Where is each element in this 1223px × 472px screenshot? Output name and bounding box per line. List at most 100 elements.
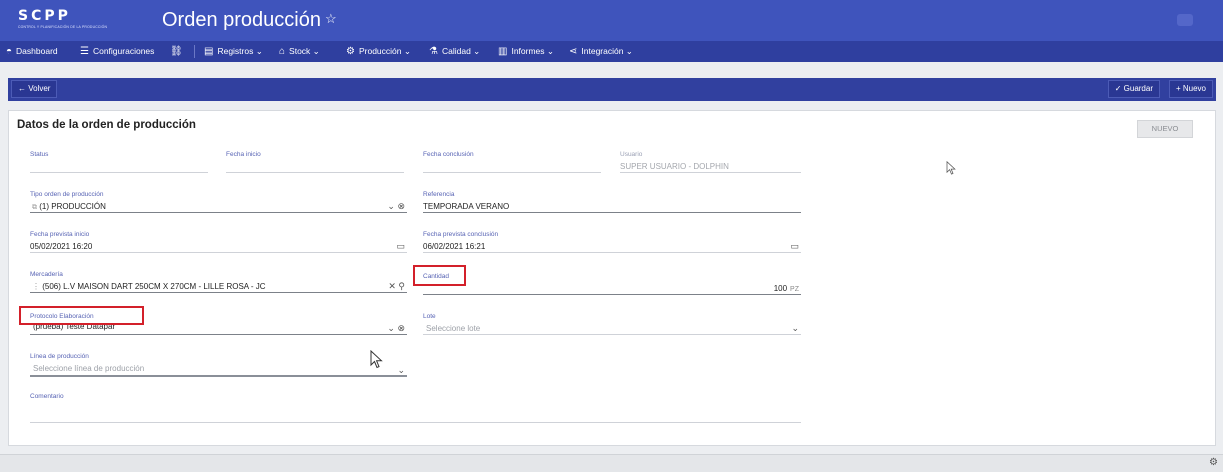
field-underline xyxy=(30,292,407,293)
menu-integracion[interactable]: ⋖ Integración ⌄ xyxy=(569,41,633,62)
plus-icon: + xyxy=(1175,84,1181,93)
menu-dashboard[interactable]: ◓ Dashboard xyxy=(6,41,58,62)
list-icon: ☰ xyxy=(80,46,89,57)
cantidad-number: 100 xyxy=(773,284,788,293)
menu-divider xyxy=(194,45,195,58)
back-button[interactable]: ← Volver xyxy=(11,80,58,98)
gear-icon[interactable]: ⚙ xyxy=(1209,457,1218,468)
tipo-orden-text: (1) PRODUCCIÓN xyxy=(39,202,106,211)
comentario-label: Comentario xyxy=(30,393,64,400)
fecha-inicio-label: Fecha inicio xyxy=(226,151,261,158)
flask-icon: ⚗ xyxy=(429,46,438,57)
field-underline xyxy=(423,212,801,213)
clear-circle-icon[interactable]: ⊗ xyxy=(397,201,405,211)
search-icon[interactable]: ⚲ xyxy=(398,281,405,291)
chevron-down-icon[interactable]: ⌄ xyxy=(387,201,395,211)
lote-select[interactable]: Lote Seleccione lote ⌄ xyxy=(423,313,801,335)
field-underline xyxy=(620,172,801,173)
menu-calidad-label: Calidad ⌄ xyxy=(441,46,481,56)
fecha-prevista-conclusion-label: Fecha prevista conclusión xyxy=(423,231,499,238)
mercaderia-label: Mercadería xyxy=(30,271,63,278)
menu-configuraciones-label: Configuraciones xyxy=(92,46,155,56)
status-label: Status xyxy=(30,151,49,158)
fecha-prevista-conclusion-value: 06/02/2021 16:21 xyxy=(423,242,486,251)
action-bar: ← Volver ✓ Guardar + Nuevo xyxy=(8,78,1216,101)
check-icon: ✓ xyxy=(1114,84,1122,93)
fecha-prevista-inicio-field[interactable]: Fecha prevista inicio 05/02/2021 16:20 ▭ xyxy=(30,231,407,253)
cog-icon: ⚙ xyxy=(346,46,355,57)
workflow-icon: ⛓ xyxy=(170,46,183,57)
dashboard-icon: ◓ xyxy=(6,46,13,57)
field-underline xyxy=(226,172,404,173)
save-button-label: Guardar xyxy=(1123,84,1153,93)
page-title: Orden producción xyxy=(162,9,321,31)
favorite-star-icon[interactable]: ☆ xyxy=(325,11,337,27)
app-header: SCPP CONTROL Y PLANIFICACIÓN DE LA PRODU… xyxy=(0,0,1223,41)
cantidad-field[interactable]: Cantidad 100 PZ xyxy=(423,271,801,295)
menu-produccion[interactable]: ⚙ Producción ⌄ xyxy=(346,41,411,62)
mouse-pointer-icon xyxy=(946,161,956,175)
menu-dashboard-label: Dashboard xyxy=(16,46,58,56)
save-button[interactable]: ✓ Guardar xyxy=(1107,80,1160,98)
arrow-left-icon: ← xyxy=(18,84,26,93)
calendar-icon[interactable]: ▭ xyxy=(396,241,405,252)
logo-text: SCPP xyxy=(18,8,71,24)
usuario-value: SUPER USUARIO - DOLPHIN xyxy=(620,162,729,171)
calendar-icon[interactable]: ▭ xyxy=(790,241,799,252)
scpp-logo[interactable]: SCPP CONTROL Y PLANIFICACIÓN DE LA PRODU… xyxy=(18,8,108,32)
fecha-conclusion-field[interactable]: Fecha conclusión xyxy=(423,151,601,173)
menu-informes-label: Informes ⌄ xyxy=(511,46,555,56)
usuario-label: Usuario xyxy=(620,151,643,158)
menu-stock[interactable]: ⌂ Stock ⌄ xyxy=(279,41,320,62)
linea-label: Línea de producción xyxy=(30,353,89,360)
status-field[interactable]: Status xyxy=(30,151,208,173)
lote-placeholder: Seleccione lote xyxy=(426,324,481,333)
user-avatar[interactable] xyxy=(1177,14,1193,26)
menu-registros[interactable]: ▤ Registros ⌄ xyxy=(204,41,263,62)
warehouse-icon: ⌂ xyxy=(279,46,286,57)
fecha-inicio-field[interactable]: Fecha inicio xyxy=(226,151,404,173)
mercaderia-text: (506) L.V MAISON DART 250CM X 270CM - LI… xyxy=(42,282,266,291)
close-icon[interactable]: ✕ xyxy=(388,281,396,291)
field-underline xyxy=(30,172,208,173)
more-vertical-icon[interactable]: ⋮ xyxy=(32,282,40,291)
linea-produccion-select[interactable]: Línea de producción Seleccione línea de … xyxy=(30,353,407,377)
fecha-prevista-inicio-label: Fecha prevista inicio xyxy=(30,231,90,238)
menu-registros-label: Registros ⌄ xyxy=(217,46,263,56)
field-underline xyxy=(423,172,601,173)
tipo-orden-label: Tipo orden de producción xyxy=(30,191,104,198)
cantidad-highlight xyxy=(413,265,466,286)
field-underline xyxy=(30,334,407,335)
footer-bar: ⚙ xyxy=(0,454,1223,472)
mercaderia-icons: ✕ ⚲ xyxy=(388,281,405,292)
chevron-down-icon[interactable]: ⌄ xyxy=(791,323,799,334)
status-badge: NUEVO xyxy=(1137,120,1193,138)
tipo-orden-field[interactable]: Tipo orden de producción ⧉ (1) PRODUCCIÓ… xyxy=(30,191,407,213)
referencia-field[interactable]: Referencia TEMPORADA VERANO xyxy=(423,191,801,213)
menu-workflow[interactable]: ⛓ xyxy=(170,41,187,62)
fecha-prevista-conclusion-field[interactable]: Fecha prevista conclusión 06/02/2021 16:… xyxy=(423,231,801,253)
share-icon: ⋖ xyxy=(569,46,578,57)
usuario-field: Usuario SUPER USUARIO - DOLPHIN xyxy=(620,151,801,173)
external-link-icon[interactable]: ⧉ xyxy=(32,204,37,211)
logo-subtitle: CONTROL Y PLANIFICACIÓN DE LA PRODUCCIÓN xyxy=(18,25,108,29)
menu-configuraciones[interactable]: ☰ Configuraciones xyxy=(80,41,154,62)
comentario-field[interactable]: Comentario xyxy=(30,393,801,423)
menu-calidad[interactable]: ⚗ Calidad ⌄ xyxy=(429,41,480,62)
tipo-orden-value: ⧉ (1) PRODUCCIÓN xyxy=(32,202,106,212)
mercaderia-field[interactable]: Mercadería ⋮ (506) L.V MAISON DART 250CM… xyxy=(30,271,407,293)
menu-informes[interactable]: ▥ Informes ⌄ xyxy=(498,41,554,62)
chevron-down-icon[interactable]: ⌄ xyxy=(387,323,395,333)
clear-circle-icon[interactable]: ⊗ xyxy=(397,323,405,333)
referencia-value: TEMPORADA VERANO xyxy=(423,202,510,211)
linea-placeholder: Seleccione línea de producción xyxy=(33,364,145,373)
field-underline xyxy=(423,294,801,295)
cantidad-value: 100 PZ xyxy=(774,284,799,293)
referencia-label: Referencia xyxy=(423,191,455,198)
card-title: Datos de la orden de producción xyxy=(17,119,196,131)
main-menu: ◓ Dashboard ☰ Configuraciones ⛓ ▤ Registros… xyxy=(0,41,1223,62)
new-button[interactable]: + Nuevo xyxy=(1168,80,1213,98)
order-form-card: Datos de la orden de producción NUEVO St… xyxy=(8,110,1216,446)
field-underline xyxy=(30,252,407,253)
protocolo-highlight xyxy=(19,306,144,325)
